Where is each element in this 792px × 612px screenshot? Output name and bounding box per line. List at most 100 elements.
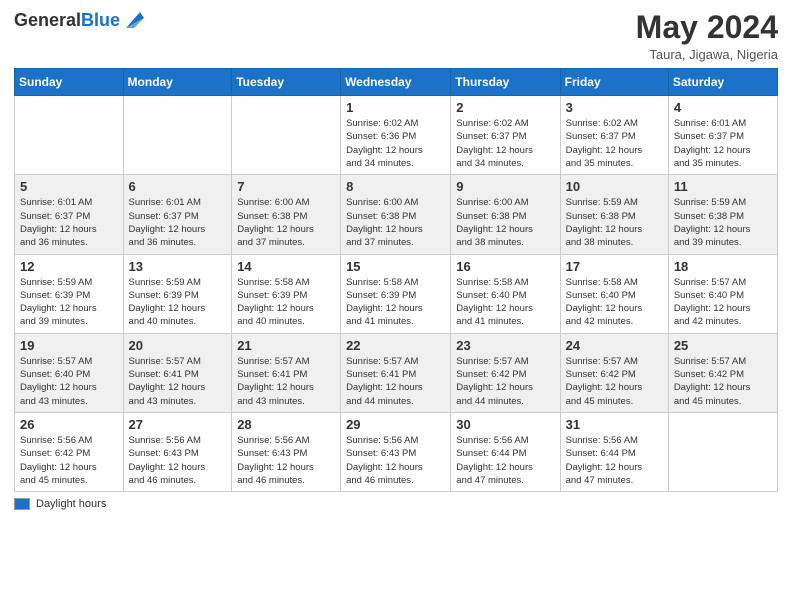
day-info: Sunrise: 5:59 AM Sunset: 6:38 PM Dayligh… [566, 196, 663, 249]
table-cell: 7Sunrise: 6:00 AM Sunset: 6:38 PM Daylig… [232, 175, 341, 254]
table-cell: 13Sunrise: 5:59 AM Sunset: 6:39 PM Dayli… [123, 254, 232, 333]
day-info: Sunrise: 6:01 AM Sunset: 6:37 PM Dayligh… [674, 117, 772, 170]
table-cell: 6Sunrise: 6:01 AM Sunset: 6:37 PM Daylig… [123, 175, 232, 254]
table-cell: 8Sunrise: 6:00 AM Sunset: 6:38 PM Daylig… [341, 175, 451, 254]
day-number: 28 [237, 417, 335, 432]
day-info: Sunrise: 5:56 AM Sunset: 6:43 PM Dayligh… [346, 434, 445, 487]
header-friday: Friday [560, 69, 668, 96]
logo-icon [122, 10, 144, 32]
day-info: Sunrise: 5:56 AM Sunset: 6:44 PM Dayligh… [456, 434, 554, 487]
calendar-header-row: Sunday Monday Tuesday Wednesday Thursday… [15, 69, 778, 96]
table-cell [232, 96, 341, 175]
day-info: Sunrise: 5:56 AM Sunset: 6:43 PM Dayligh… [237, 434, 335, 487]
logo: GeneralBlue [14, 10, 144, 32]
day-info: Sunrise: 6:00 AM Sunset: 6:38 PM Dayligh… [456, 196, 554, 249]
day-info: Sunrise: 6:01 AM Sunset: 6:37 PM Dayligh… [20, 196, 118, 249]
table-cell: 1 Sunrise: 6:02 AM Sunset: 6:36 PM Daylig… [341, 96, 451, 175]
logo-general: General [14, 10, 81, 30]
table-cell: 15Sunrise: 5:58 AM Sunset: 6:39 PM Dayli… [341, 254, 451, 333]
table-cell [123, 96, 232, 175]
header-sunday: Sunday [15, 69, 124, 96]
calendar-week-2: 5 Sunrise: 6:01 AM Sunset: 6:37 PM Daylig… [15, 175, 778, 254]
day-number: 2 [456, 100, 554, 115]
table-cell: 27 Sunrise: 5:56 AM Sunset: 6:43 PM Dayli… [123, 412, 232, 491]
header-saturday: Saturday [668, 69, 777, 96]
location: Taura, Jigawa, Nigeria [636, 47, 778, 62]
logo-blue-text: Blue [81, 10, 120, 30]
table-cell: 5 Sunrise: 6:01 AM Sunset: 6:37 PM Daylig… [15, 175, 124, 254]
day-number: 22 [346, 338, 445, 353]
table-cell: 29Sunrise: 5:56 AM Sunset: 6:43 PM Dayli… [341, 412, 451, 491]
day-info: Sunrise: 5:57 AM Sunset: 6:41 PM Dayligh… [237, 355, 335, 408]
header-monday: Monday [123, 69, 232, 96]
title-block: May 2024 Taura, Jigawa, Nigeria [636, 10, 778, 62]
day-number: 19 [20, 338, 118, 353]
day-number: 15 [346, 259, 445, 274]
calendar-week-3: 12 Sunrise: 5:59 AM Sunset: 6:39 PM Dayli… [15, 254, 778, 333]
day-info: Sunrise: 5:58 AM Sunset: 6:39 PM Dayligh… [237, 276, 335, 329]
month-title: May 2024 [636, 10, 778, 45]
day-info: Sunrise: 5:59 AM Sunset: 6:39 PM Dayligh… [20, 276, 118, 329]
day-number: 14 [237, 259, 335, 274]
day-number: 9 [456, 179, 554, 194]
table-cell [668, 412, 777, 491]
day-number: 7 [237, 179, 335, 194]
day-number: 1 [346, 100, 445, 115]
day-number: 3 [566, 100, 663, 115]
day-number: 5 [20, 179, 118, 194]
day-info: Sunrise: 6:02 AM Sunset: 6:36 PM Dayligh… [346, 117, 445, 170]
page: GeneralBlue May 2024 Taura, Jigawa, Nige… [0, 0, 792, 612]
day-number: 27 [129, 417, 227, 432]
legend-label: Daylight hours [36, 498, 106, 510]
table-cell [15, 96, 124, 175]
day-number: 11 [674, 179, 772, 194]
day-number: 30 [456, 417, 554, 432]
day-info: Sunrise: 6:02 AM Sunset: 6:37 PM Dayligh… [566, 117, 663, 170]
table-cell: 22 Sunrise: 5:57 AM Sunset: 6:41 PM Dayli… [341, 333, 451, 412]
legend-color-box [14, 498, 30, 510]
table-cell: 31 Sunrise: 5:56 AM Sunset: 6:44 PM Dayli… [560, 412, 668, 491]
day-number: 24 [566, 338, 663, 353]
day-info: Sunrise: 5:56 AM Sunset: 6:42 PM Dayligh… [20, 434, 118, 487]
day-info: Sunrise: 5:56 AM Sunset: 6:44 PM Dayligh… [566, 434, 663, 487]
table-cell: 16 Sunrise: 5:58 AM Sunset: 6:40 PM Dayli… [451, 254, 560, 333]
table-cell: 24Sunrise: 5:57 AM Sunset: 6:42 PM Dayli… [560, 333, 668, 412]
calendar-week-4: 19 Sunrise: 5:57 AM Sunset: 6:40 PM Dayli… [15, 333, 778, 412]
day-number: 26 [20, 417, 118, 432]
day-number: 21 [237, 338, 335, 353]
day-info: Sunrise: 5:58 AM Sunset: 6:40 PM Dayligh… [456, 276, 554, 329]
day-number: 18 [674, 259, 772, 274]
calendar-week-5: 26 Sunrise: 5:56 AM Sunset: 6:42 PM Dayli… [15, 412, 778, 491]
day-info: Sunrise: 5:57 AM Sunset: 6:41 PM Dayligh… [346, 355, 445, 408]
header-tuesday: Tuesday [232, 69, 341, 96]
day-info: Sunrise: 5:56 AM Sunset: 6:43 PM Dayligh… [129, 434, 227, 487]
day-info: Sunrise: 5:59 AM Sunset: 6:39 PM Dayligh… [129, 276, 227, 329]
table-cell: 20Sunrise: 5:57 AM Sunset: 6:41 PM Dayli… [123, 333, 232, 412]
day-info: Sunrise: 5:57 AM Sunset: 6:42 PM Dayligh… [674, 355, 772, 408]
day-info: Sunrise: 5:57 AM Sunset: 6:40 PM Dayligh… [674, 276, 772, 329]
table-cell: 30 Sunrise: 5:56 AM Sunset: 6:44 PM Dayli… [451, 412, 560, 491]
day-info: Sunrise: 5:57 AM Sunset: 6:42 PM Dayligh… [456, 355, 554, 408]
table-cell: 17Sunrise: 5:58 AM Sunset: 6:40 PM Dayli… [560, 254, 668, 333]
day-number: 12 [20, 259, 118, 274]
day-number: 25 [674, 338, 772, 353]
day-number: 20 [129, 338, 227, 353]
day-number: 23 [456, 338, 554, 353]
day-number: 16 [456, 259, 554, 274]
day-info: Sunrise: 5:57 AM Sunset: 6:40 PM Dayligh… [20, 355, 118, 408]
day-number: 4 [674, 100, 772, 115]
day-number: 8 [346, 179, 445, 194]
day-number: 10 [566, 179, 663, 194]
day-number: 31 [566, 417, 663, 432]
table-cell: 18 Sunrise: 5:57 AM Sunset: 6:40 PM Dayli… [668, 254, 777, 333]
header: GeneralBlue May 2024 Taura, Jigawa, Nige… [14, 10, 778, 62]
day-info: Sunrise: 5:58 AM Sunset: 6:40 PM Dayligh… [566, 276, 663, 329]
table-cell: 28 Sunrise: 5:56 AM Sunset: 6:43 PM Dayli… [232, 412, 341, 491]
calendar-table: Sunday Monday Tuesday Wednesday Thursday… [14, 68, 778, 492]
table-cell: 12 Sunrise: 5:59 AM Sunset: 6:39 PM Dayli… [15, 254, 124, 333]
calendar-week-1: 1 Sunrise: 6:02 AM Sunset: 6:36 PM Daylig… [15, 96, 778, 175]
table-cell: 9 Sunrise: 6:00 AM Sunset: 6:38 PM Daylig… [451, 175, 560, 254]
table-cell: 3 Sunrise: 6:02 AM Sunset: 6:37 PM Daylig… [560, 96, 668, 175]
table-cell: 26 Sunrise: 5:56 AM Sunset: 6:42 PM Dayli… [15, 412, 124, 491]
day-info: Sunrise: 5:59 AM Sunset: 6:38 PM Dayligh… [674, 196, 772, 249]
